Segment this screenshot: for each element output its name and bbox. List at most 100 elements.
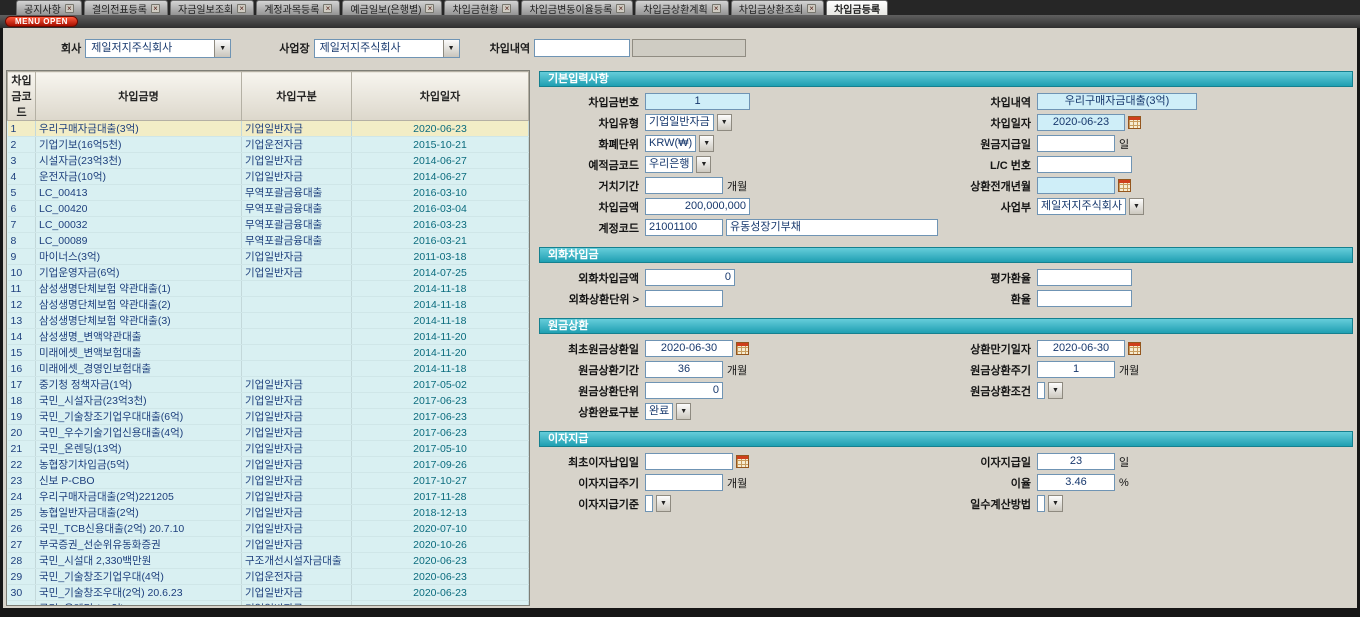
table-row[interactable]: 6LC_00420무역포괄금융대출2016-03-04: [8, 201, 529, 217]
calendar-icon[interactable]: [1128, 116, 1141, 129]
loan-type-select[interactable]: 기업일반자금: [645, 114, 714, 131]
loan-no-field[interactable]: 1: [645, 93, 750, 110]
tab-close-icon[interactable]: ×: [65, 4, 74, 13]
table-row[interactable]: 14삼성생명_변액약관대출2014-11-20: [8, 329, 529, 345]
table-row[interactable]: 23신보 P-CBO기업일반자금2017-10-27: [8, 473, 529, 489]
column-header[interactable]: 차입구분: [242, 72, 352, 121]
chevron-down-icon[interactable]: ▼: [1048, 382, 1063, 399]
chevron-down-icon[interactable]: ▼: [717, 114, 732, 131]
table-row[interactable]: 24우리구매자금대출(2억)221205기업일반자금2017-11-28: [8, 489, 529, 505]
principal-unit-field[interactable]: 0: [645, 382, 723, 399]
maturity-date-field[interactable]: 2020-06-30: [1037, 340, 1125, 357]
loan-amount-field[interactable]: 200,000,000: [645, 198, 750, 215]
tab-6[interactable]: 차입금현황×: [444, 0, 519, 15]
tab-close-icon[interactable]: ×: [323, 4, 332, 13]
table-row[interactable]: 19국민_기술창조기업우대대출(6억)기업일반자금2017-06-23: [8, 409, 529, 425]
tab-close-icon[interactable]: ×: [807, 4, 816, 13]
tab-8[interactable]: 차입금상환계획×: [635, 0, 728, 15]
menu-open-button[interactable]: MENU OPEN: [5, 16, 78, 27]
exchange-rate-field[interactable]: [1037, 290, 1132, 307]
chevron-down-icon[interactable]: ▼: [1048, 495, 1063, 512]
interest-basis-select[interactable]: [645, 495, 653, 512]
table-row[interactable]: 16미래에셋_경영인보험대출2014-11-18: [8, 361, 529, 377]
chevron-down-icon[interactable]: ▼: [1129, 198, 1144, 215]
first-principal-date-field[interactable]: 2020-06-30: [645, 340, 733, 357]
table-row[interactable]: 5LC_00413무역포괄금융대출2016-03-10: [8, 185, 529, 201]
tab-close-icon[interactable]: ×: [151, 4, 160, 13]
column-header[interactable]: 차입금코드: [8, 72, 36, 121]
day-count-method-select[interactable]: [1037, 495, 1045, 512]
table-row[interactable]: 2기업기보(16억5천)기업운전자금2015-10-21: [8, 137, 529, 153]
fx-repay-unit-field[interactable]: [645, 290, 723, 307]
company-select[interactable]: 제일저지주식회사 ▼: [85, 39, 231, 58]
calendar-icon[interactable]: [1128, 342, 1141, 355]
table-row[interactable]: 12삼성생명단체보험 약관대출(2)2014-11-18: [8, 297, 529, 313]
lc-number-field[interactable]: [1037, 156, 1132, 173]
loan-date-field[interactable]: 2020-06-23: [1037, 114, 1125, 131]
business-unit-select[interactable]: 제일저지주식회사: [1037, 198, 1126, 215]
chevron-down-icon[interactable]: ▼: [656, 495, 671, 512]
tab-2[interactable]: 결의전표등록×: [84, 0, 168, 15]
grace-period-field[interactable]: [645, 177, 723, 194]
table-row[interactable]: 13삼성생명단체보험 약관대출(3)2014-11-18: [8, 313, 529, 329]
interest-cycle-field[interactable]: [645, 474, 723, 491]
fx-loan-amount-field[interactable]: 0: [645, 269, 735, 286]
interest-rate-field[interactable]: 3.46: [1037, 474, 1115, 491]
eval-rate-field[interactable]: [1037, 269, 1132, 286]
table-row[interactable]: 28국민_시설대 2,330백만원구조개선시설자금대출2020-06-23: [8, 553, 529, 569]
table-row[interactable]: 27부국증권_선순위유동화증권기업일반자금2020-10-26: [8, 537, 529, 553]
first-interest-date-field[interactable]: [645, 453, 733, 470]
chevron-down-icon[interactable]: ▼: [443, 40, 459, 57]
table-row[interactable]: 15미래에셋_변액보험대출2014-11-20: [8, 345, 529, 361]
tab-close-icon[interactable]: ×: [712, 4, 721, 13]
table-row[interactable]: 29국민_기술창조기업우대(4억)기업운전자금2020-06-23: [8, 569, 529, 585]
table-row[interactable]: 17중기청 정책자금(1억)기업일반자금2017-05-02: [8, 377, 529, 393]
tab-4[interactable]: 계정과목등록×: [256, 0, 340, 15]
loan-desc-search-input[interactable]: [534, 39, 630, 57]
tab-10[interactable]: 차입금등록: [826, 0, 888, 15]
calendar-icon[interactable]: [736, 455, 749, 468]
principal-cycle-field[interactable]: 1: [1037, 361, 1115, 378]
tab-close-icon[interactable]: ×: [237, 4, 246, 13]
loan-desc-search-input-2[interactable]: [632, 39, 746, 57]
chevron-down-icon[interactable]: ▼: [214, 40, 230, 57]
principal-period-field[interactable]: 36: [645, 361, 723, 378]
column-header[interactable]: 차입금명: [36, 72, 242, 121]
table-row[interactable]: 4운전자금(10억)기업일반자금2014-06-27: [8, 169, 529, 185]
table-row[interactable]: 10기업운영자금(6억)기업일반자금2014-07-25: [8, 265, 529, 281]
table-row[interactable]: 22농협장기차입금(5억)기업일반자금2017-09-26: [8, 457, 529, 473]
chevron-down-icon[interactable]: ▼: [676, 403, 691, 420]
account-code-field[interactable]: 21001100: [645, 219, 723, 236]
table-row[interactable]: 26국민_TCB신용대출(2억) 20.7.10기업일반자금2020-07-10: [8, 521, 529, 537]
tab-1[interactable]: 공지사항×: [16, 0, 82, 15]
column-header[interactable]: 차입일자: [352, 72, 529, 121]
rollover-ym-field[interactable]: [1037, 177, 1115, 194]
currency-select[interactable]: KRW(₩): [645, 135, 696, 152]
table-row[interactable]: 8LC_00089무역포괄금융대출2016-03-21: [8, 233, 529, 249]
chevron-down-icon[interactable]: ▼: [696, 156, 711, 173]
table-row[interactable]: 3시설자금(23억3천)기업일반자금2014-06-27: [8, 153, 529, 169]
table-row[interactable]: 18국민_시설자금(23억3천)기업일반자금2017-06-23: [8, 393, 529, 409]
table-row[interactable]: 1우리구매자금대출(3억)기업일반자금2020-06-23: [8, 121, 529, 137]
tab-close-icon[interactable]: ×: [502, 4, 511, 13]
deposit-code-select[interactable]: 우리은행: [645, 156, 693, 173]
repay-complete-select[interactable]: 완료: [645, 403, 673, 420]
chevron-down-icon[interactable]: ▼: [699, 135, 714, 152]
tab-close-icon[interactable]: ×: [425, 4, 434, 13]
account-name-field[interactable]: 유동성장기부채: [726, 219, 938, 236]
table-row[interactable]: 7LC_00032무역포괄금융대출2016-03-23: [8, 217, 529, 233]
table-row[interactable]: 25농협일반자금대출(2억)기업일반자금2018-12-13: [8, 505, 529, 521]
plant-select[interactable]: 제일저지주식회사 ▼: [314, 39, 460, 58]
tab-7[interactable]: 차입금변동이율등록×: [521, 0, 633, 15]
tab-close-icon[interactable]: ×: [616, 4, 625, 13]
tab-9[interactable]: 차입금상환조회×: [731, 0, 824, 15]
table-row[interactable]: 11삼성생명단체보험 약관대출(1)2014-11-18: [8, 281, 529, 297]
loan-desc-field[interactable]: 우리구매자금대출(3억): [1037, 93, 1197, 110]
table-row[interactable]: 21국민_온렌딩(13억)기업일반자금2017-05-10: [8, 441, 529, 457]
tab-3[interactable]: 자금일보조회×: [170, 0, 254, 15]
principal-pay-day-field[interactable]: [1037, 135, 1115, 152]
table-row[interactable]: 20국민_우수기술기업신용대출(4억)기업일반자금2017-06-23: [8, 425, 529, 441]
calendar-icon[interactable]: [736, 342, 749, 355]
table-row[interactable]: 31국민_온렌딩 (13억) 20.03.16기업일반자금2020-03-16: [8, 601, 529, 607]
interest-pay-day-field[interactable]: 23: [1037, 453, 1115, 470]
